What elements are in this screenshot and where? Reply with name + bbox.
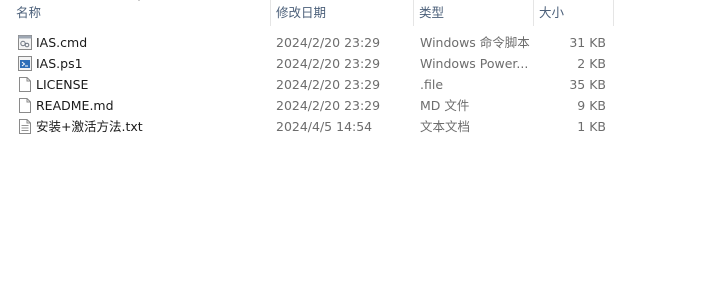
file-date: 2024/2/20 23:29 [276,56,381,71]
generic-file-icon [19,77,31,92]
file-type: 文本文档 [420,119,471,134]
file-size: 31 KB [569,35,606,50]
file-name[interactable]: LICENSE [36,74,266,95]
file-date: 2024/2/20 23:29 [276,35,381,50]
file-type: Windows Power... [420,56,529,71]
column-header-name[interactable]: 名称 [10,0,272,26]
file-type: .file [420,77,444,92]
file-size: 2 KB [577,56,606,71]
file-row[interactable]: README.md 2024/2/20 23:29 MD 文件 9 KB [0,95,726,116]
file-name[interactable]: 安装+激活方法.txt [36,116,266,137]
column-header-size[interactable]: 大小 [533,0,613,26]
file-date: 2024/4/5 14:54 [276,119,373,134]
file-date: 2024/2/20 23:29 [276,77,381,92]
file-date: 2024/2/20 23:29 [276,98,381,113]
file-size: 35 KB [569,77,606,92]
file-name[interactable]: IAS.ps1 [36,53,266,74]
file-list: IAS.cmd 2024/2/20 23:29 Windows 命令脚本 31 … [0,32,726,137]
cmd-script-icon [18,35,32,50]
file-row[interactable]: IAS.ps1 2024/2/20 23:29 Windows Power...… [0,53,726,74]
powershell-script-icon [18,56,32,71]
column-divider[interactable] [613,0,614,26]
generic-file-icon [19,98,31,113]
file-name[interactable]: IAS.cmd [36,32,266,53]
column-header-date[interactable]: 修改日期 [270,0,414,26]
file-row[interactable]: LICENSE 2024/2/20 23:29 .file 35 KB [0,74,726,95]
file-type: Windows 命令脚本 [420,35,530,50]
file-size: 1 KB [577,119,606,134]
file-row[interactable]: 安装+激活方法.txt 2024/4/5 14:54 文本文档 1 KB [0,116,726,137]
file-type: MD 文件 [420,98,470,113]
column-header-type[interactable]: 类型 [413,0,533,26]
column-header-row: 名称 修改日期 类型 大小 [0,0,726,26]
file-name[interactable]: README.md [36,95,266,116]
text-document-icon [19,119,31,134]
file-size: 9 KB [577,98,606,113]
file-row[interactable]: IAS.cmd 2024/2/20 23:29 Windows 命令脚本 31 … [0,32,726,53]
